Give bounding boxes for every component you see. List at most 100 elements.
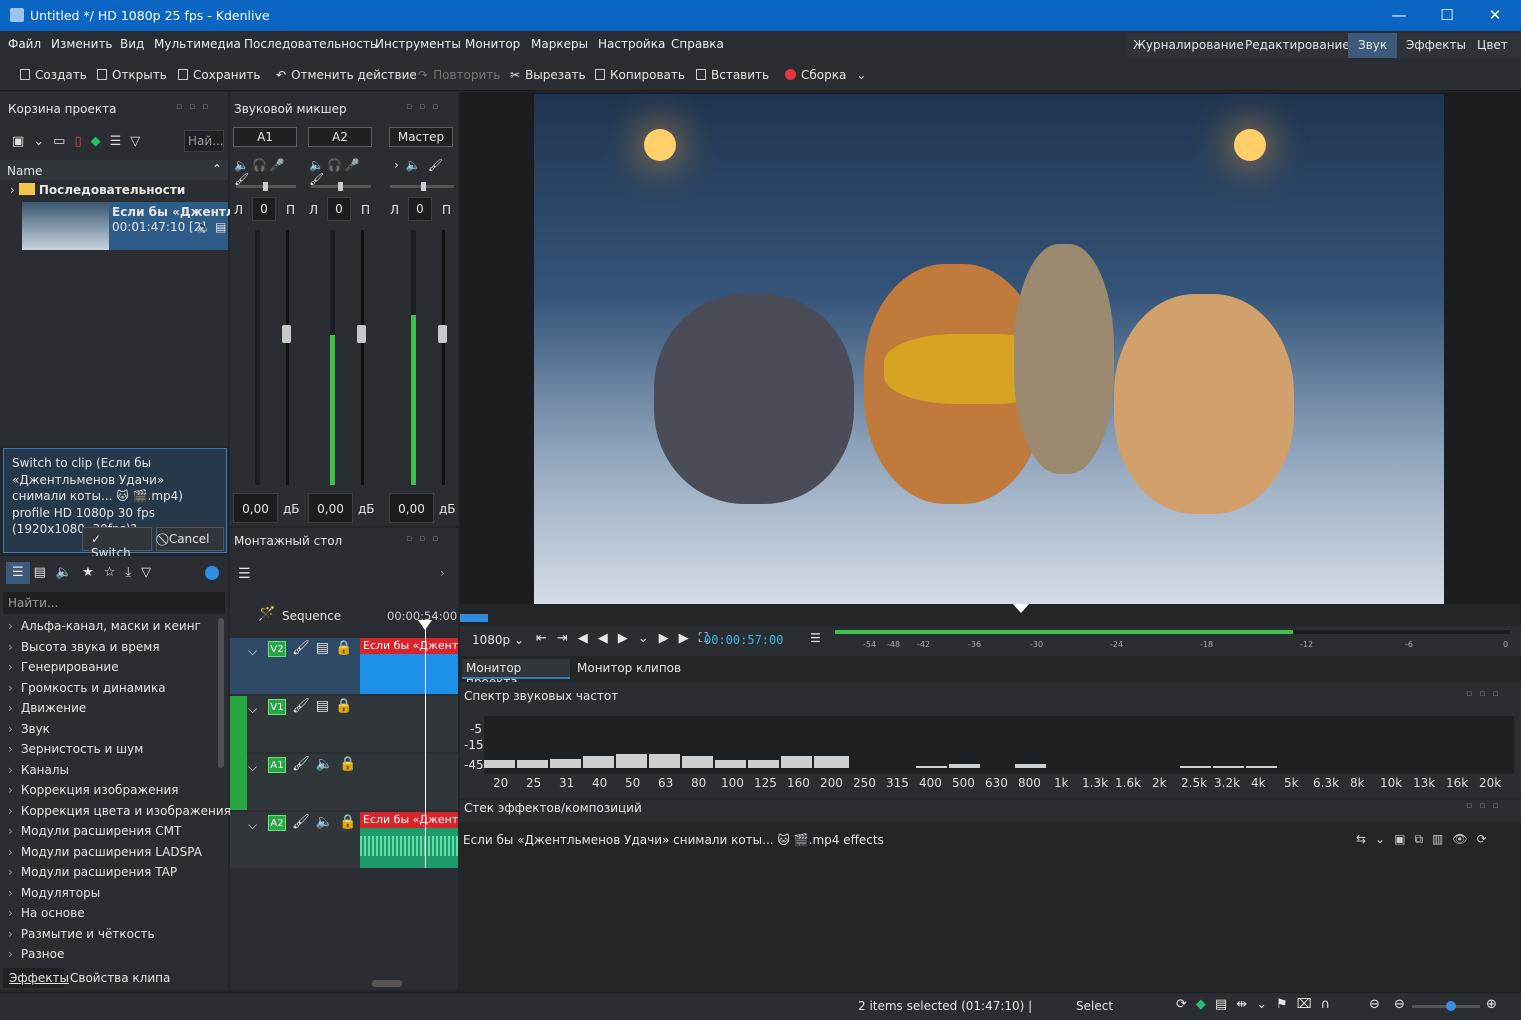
effect-category[interactable]: Зернистость и шум (8, 742, 144, 762)
track-controls-icons[interactable]: 🖌▤🔒 (292, 698, 358, 714)
chevron-down-icon[interactable]: ⌄ (856, 68, 866, 82)
pan-slider[interactable] (390, 182, 454, 191)
menu-file[interactable]: Файл (8, 37, 41, 51)
volume-value[interactable]: 0,00 (233, 493, 278, 523)
tab-clip-properties[interactable]: Свойства клипа (70, 971, 170, 985)
bin-name-header[interactable]: Name ⌃ (0, 160, 228, 180)
effects-filter-icons[interactable]: ☰▤🔈★☆⤓▽ (12, 565, 161, 580)
menu-settings[interactable]: Настройка (598, 37, 665, 51)
pan-value[interactable]: 0 (408, 197, 432, 221)
paste-button[interactable]: Вставить (696, 68, 769, 82)
track-controls-icons[interactable]: 🖌🔈🔒 (292, 756, 363, 772)
monitor-ruler[interactable] (460, 604, 1521, 626)
audio-clip[interactable]: Если бы «Джентл (360, 812, 458, 868)
layout-editing[interactable]: Редактирование (1245, 38, 1350, 52)
panel-controls-icon[interactable]: ▫▫▫ (1466, 801, 1505, 811)
effect-category[interactable]: Звук (8, 722, 50, 742)
maximize-button[interactable]: ☐ (1424, 4, 1470, 26)
track-name-a2[interactable]: A2 (268, 815, 286, 831)
effect-category[interactable]: Модули расширения LADSPA (8, 845, 202, 865)
collapse-chevron-icon[interactable]: ⌵ (248, 760, 257, 775)
zoom-slider[interactable] (1412, 1001, 1480, 1011)
effect-category[interactable]: На основе (8, 906, 85, 926)
menu-markers[interactable]: Маркеры (531, 37, 588, 51)
panel-controls-icon[interactable]: ▫▫▫ (176, 102, 215, 112)
monitor-timecode[interactable]: 00:00:57:00 (704, 633, 783, 647)
save-button[interactable]: Сохранить (178, 68, 261, 82)
volume-value[interactable]: 0,00 (308, 493, 353, 523)
track-a1[interactable]: ⌵ A1 🖌🔈🔒 (230, 754, 458, 810)
panel-controls-icon[interactable]: ▫▫▫ (406, 534, 445, 544)
menu-view[interactable]: Вид (120, 37, 144, 51)
track-name-v2[interactable]: V2 (268, 641, 286, 657)
pan-slider[interactable] (311, 182, 371, 191)
layout-audio[interactable]: Звук (1348, 33, 1398, 58)
video-clip[interactable]: Если бы «Джентл (360, 638, 458, 694)
minimize-button[interactable]: — (1376, 4, 1422, 26)
cut-button[interactable]: ✂ Вырезать (510, 68, 586, 82)
pan-slider[interactable] (236, 182, 296, 191)
info-icon[interactable] (205, 566, 219, 580)
collapse-chevron-icon[interactable]: ⌵ (248, 818, 257, 833)
volume-value[interactable]: 0,00 (389, 493, 434, 523)
render-button[interactable]: Сборка ⌄ (785, 68, 866, 82)
undo-button[interactable]: ↶ Отменить действие (276, 68, 417, 82)
pan-value[interactable]: 0 (327, 197, 351, 221)
track-name-a1[interactable]: A1 (268, 757, 286, 773)
pan-value[interactable]: 0 (252, 197, 276, 221)
effect-category[interactable]: Коррекция цвета и изображения (8, 804, 231, 824)
hamburger-menu-icon[interactable]: ☰ (238, 566, 251, 582)
effect-category[interactable]: Модуляторы (8, 886, 100, 906)
effect-category[interactable]: Высота звука и время (8, 640, 160, 660)
monitor-playhead[interactable] (1013, 604, 1029, 613)
open-button[interactable]: Открыть (97, 68, 167, 82)
tab-clip-monitor[interactable]: Монитор клипов (577, 661, 681, 675)
cancel-button[interactable]: ⃠ Cancel (156, 527, 224, 551)
effect-category[interactable]: Генерирование (8, 660, 119, 680)
effect-category[interactable]: Каналы (8, 763, 69, 783)
bin-search-input[interactable]: Най... (184, 130, 224, 152)
resolution-dropdown[interactable]: 1080p ⌄ (472, 633, 524, 647)
effect-category[interactable]: Размытие и чёткость (8, 927, 155, 947)
layout-color[interactable]: Цвет (1477, 38, 1508, 52)
zoom-out-icon[interactable]: ⊖ (1394, 997, 1405, 1012)
menu-tools[interactable]: Инструменты (375, 37, 461, 51)
zoom-out-icon[interactable]: ⊖ (1369, 997, 1380, 1012)
collapse-chevron-icon[interactable]: ⌵ (248, 702, 257, 717)
monitor-menu-icon[interactable]: ☰ (810, 631, 821, 645)
panel-controls-icon[interactable]: ▫▫▫ (1466, 689, 1505, 699)
volume-fader[interactable] (357, 325, 366, 343)
effect-category[interactable]: Разное (8, 947, 65, 967)
track-name-v1[interactable]: V1 (268, 699, 286, 715)
transport-buttons[interactable]: ⇤⇥◀◀▶⌄▶▶⛶ (536, 631, 718, 646)
channel-icons[interactable]: ›🔈🖌 (394, 158, 450, 172)
volume-fader[interactable] (438, 325, 447, 343)
tab-effects[interactable]: Эффекты (3, 968, 69, 988)
collapse-chevron-icon[interactable]: ⌵ (248, 644, 257, 659)
new-button[interactable]: Создать (20, 68, 87, 82)
layout-effects[interactable]: Эффекты (1406, 38, 1466, 52)
menu-sequence[interactable]: Последовательность (244, 37, 377, 51)
menu-media[interactable]: Мультимедиа (154, 37, 241, 51)
folder-sequences[interactable]: › Последовательности (10, 183, 228, 201)
timeline-scrollbar[interactable] (372, 980, 402, 987)
tab-project-monitor[interactable]: Монитор проекта (462, 659, 570, 689)
redo-button[interactable]: ↷ Повторить (418, 68, 500, 82)
timeline-tool-icons[interactable]: ⟳◆▤⇹⌄⚑⌧∩ (1176, 997, 1339, 1012)
effects-scrollbar[interactable] (218, 618, 224, 768)
effect-category[interactable]: Модули расширения CMT (8, 824, 181, 844)
layout-logging[interactable]: Журналирование (1133, 38, 1244, 52)
menu-help[interactable]: Справка (671, 37, 724, 51)
effect-category[interactable]: Коррекция изображения (8, 783, 179, 803)
menu-monitor[interactable]: Монитор (465, 37, 520, 51)
close-button[interactable]: ✕ (1472, 4, 1518, 26)
effect-category[interactable]: Движение (8, 701, 86, 721)
track-v1[interactable]: ⌵ V1 🖌▤🔒 (230, 696, 458, 752)
effect-category[interactable]: Громкость и динамика (8, 681, 166, 701)
copy-button[interactable]: Копировать (595, 68, 685, 82)
effect-category[interactable]: Альфа-канал, маски и кеинг (8, 619, 201, 639)
effect-category[interactable]: Модули расширения TAP (8, 865, 177, 885)
chevron-right-icon[interactable]: › (440, 566, 445, 580)
bin-toolbar-icons[interactable]: ▣⌄▭▯◆☰▽ (12, 134, 149, 149)
bin-clip-item[interactable]: Если бы «Джентль 00:01:47:10 [2] 🔈 ▤ (22, 202, 242, 250)
